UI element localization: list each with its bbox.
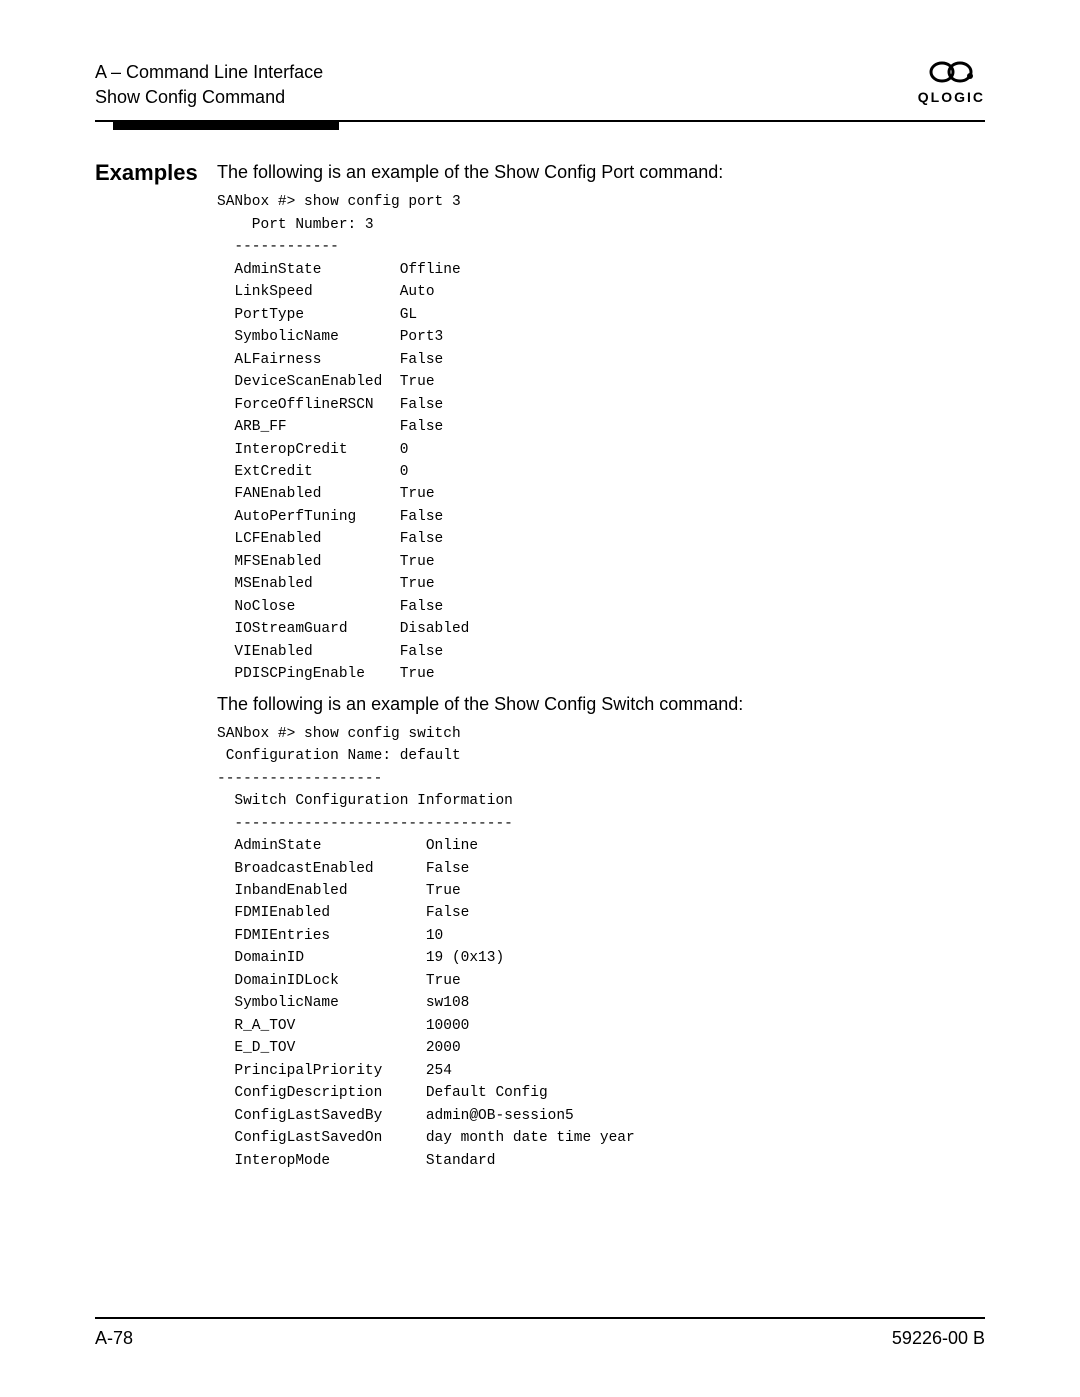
page-footer: A-78 59226-00 B bbox=[95, 1328, 985, 1349]
header-black-bar bbox=[113, 120, 339, 130]
page-number: A-78 bbox=[95, 1328, 133, 1349]
header-rule bbox=[95, 120, 985, 122]
intro-text-1: The following is an example of the Show … bbox=[217, 162, 985, 183]
doc-number: 59226-00 B bbox=[892, 1328, 985, 1349]
header-line2: Show Config Command bbox=[95, 85, 323, 110]
brand-logo: QLOGIC bbox=[918, 60, 985, 105]
section-label: Examples bbox=[95, 160, 217, 186]
code-block-1: SANbox #> show config port 3 Port Number… bbox=[217, 191, 985, 685]
footer-rule bbox=[95, 1317, 985, 1319]
qlogic-icon bbox=[920, 60, 982, 84]
brand-name: QLOGIC bbox=[918, 89, 985, 105]
code-block-2: SANbox #> show config switch Configurati… bbox=[217, 723, 985, 1172]
header-line1: A – Command Line Interface bbox=[95, 60, 323, 85]
intro-text-2: The following is an example of the Show … bbox=[217, 694, 985, 715]
header-text: A – Command Line Interface Show Config C… bbox=[95, 60, 323, 110]
page-header: A – Command Line Interface Show Config C… bbox=[95, 60, 985, 110]
section-body: The following is an example of the Show … bbox=[217, 160, 985, 1180]
